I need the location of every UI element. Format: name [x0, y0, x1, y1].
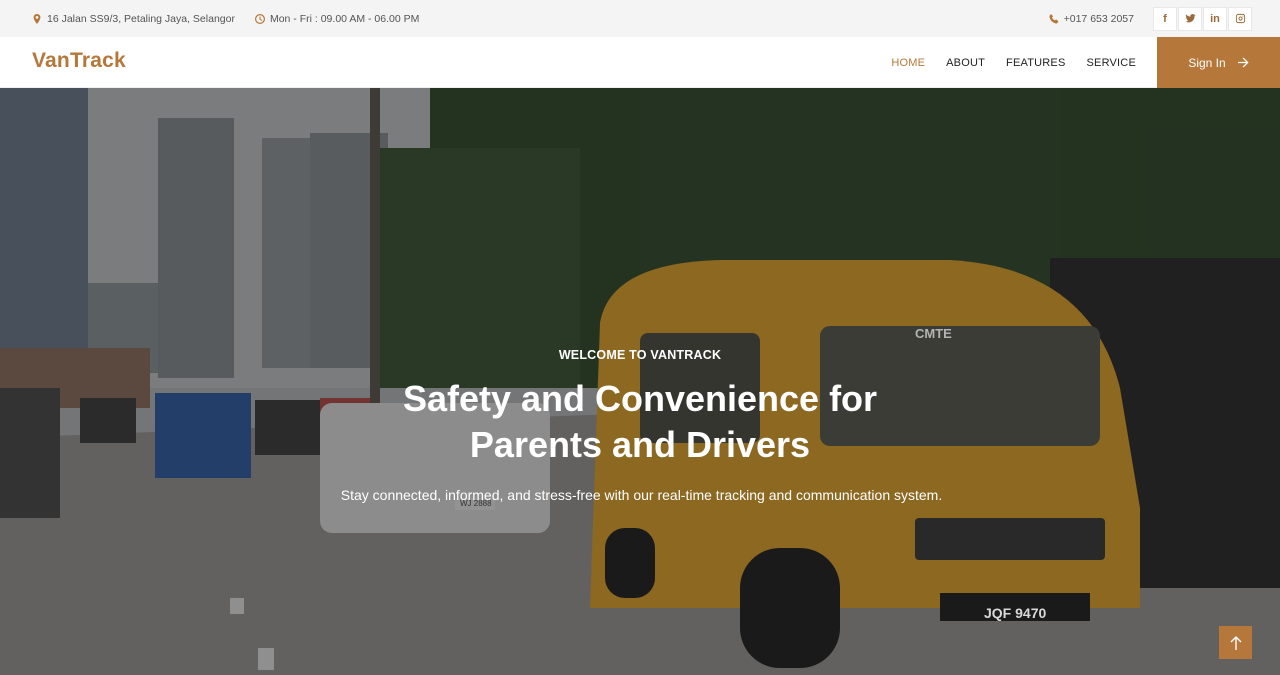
hours-text: Mon - Fri : 09.00 AM - 06.00 PM — [269, 12, 420, 25]
phone-text[interactable]: +017 653 2057 — [1064, 13, 1134, 25]
address-info: 16 Jalan SS9/3, Petaling Jaya, Selangor — [32, 13, 235, 25]
facebook-glyph: f — [1163, 12, 1167, 25]
linkedin-glyph: in — [1210, 12, 1220, 25]
twitter-icon[interactable] — [1178, 6, 1202, 31]
phone-icon — [1049, 13, 1059, 23]
phone-info: +017 653 2057 — [1049, 13, 1134, 25]
linkedin-icon[interactable]: in — [1203, 6, 1227, 31]
brand-logo[interactable]: VanTrack — [32, 49, 126, 73]
back-to-top-button[interactable] — [1219, 626, 1252, 659]
top-info-bar: 16 Jalan SS9/3, Petaling Jaya, Selangor … — [0, 0, 1280, 37]
instagram-glyph — [1235, 13, 1245, 24]
van-label-text: CMTE — [915, 326, 952, 341]
map-marker-icon — [33, 13, 41, 24]
top-info-right: +017 653 2057 f in — [1049, 6, 1252, 31]
top-info-left: 16 Jalan SS9/3, Petaling Jaya, Selangor … — [32, 13, 439, 25]
facebook-icon[interactable]: f — [1153, 6, 1177, 31]
nav-item-features[interactable]: FEATURES — [1006, 57, 1065, 69]
instagram-icon[interactable] — [1228, 6, 1252, 31]
sign-in-label: Sign In — [1188, 55, 1226, 70]
hero-section: WELCOME TO VANTRACK Safety and Convenien… — [0, 88, 1280, 675]
address-text: 16 Jalan SS9/3, Petaling Jaya, Selangor — [47, 12, 235, 25]
car-plate-text: WJ 2888 — [460, 499, 492, 508]
nav-menu: HOME ABOUT FEATURES SERVICE — [870, 37, 1136, 88]
sign-in-button[interactable]: Sign In — [1157, 37, 1280, 88]
hero-subtext: Stay connected, informed, and stress-fre… — [340, 487, 943, 503]
hero-headline: Safety and Convenience for Parents and D… — [402, 378, 878, 465]
hero-eyebrow: WELCOME TO VANTRACK — [558, 348, 722, 362]
van-plate-text: JQF 9470 — [984, 605, 1047, 621]
main-navbar: VanTrack HOME ABOUT FEATURES SERVICE Sig… — [0, 37, 1280, 88]
twitter-glyph — [1184, 14, 1196, 23]
arrow-right-icon — [1237, 57, 1249, 68]
hours-info: Mon - Fri : 09.00 AM - 06.00 PM — [254, 12, 420, 25]
arrow-up-icon — [1230, 635, 1241, 650]
clock-icon — [254, 13, 265, 24]
nav-item-about[interactable]: ABOUT — [946, 57, 985, 69]
social-links: f in — [1152, 6, 1252, 31]
nav-item-service[interactable]: SERVICE — [1087, 57, 1137, 69]
nav-item-home[interactable]: HOME — [891, 57, 925, 69]
